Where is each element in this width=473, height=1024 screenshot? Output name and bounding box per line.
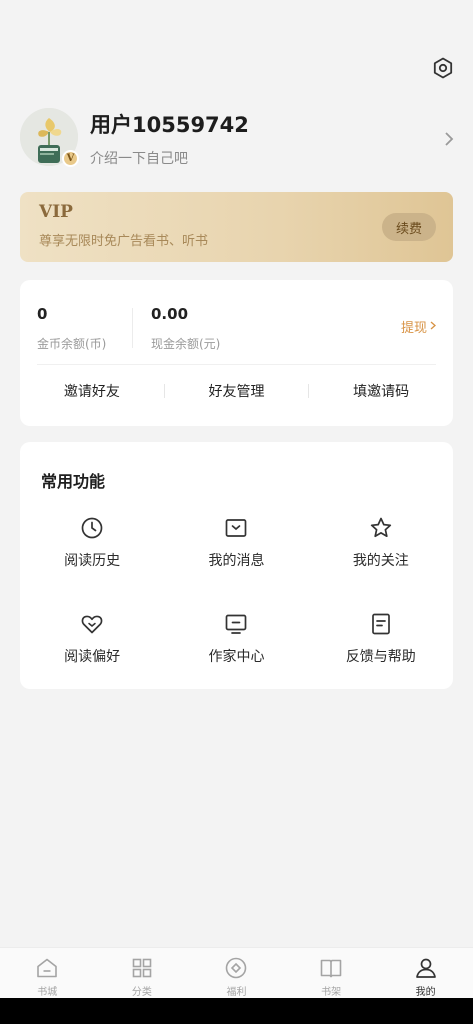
divider <box>132 308 133 348</box>
tab-bookshelf[interactable]: 书架 <box>284 948 379 998</box>
chevron-right-icon <box>444 131 454 151</box>
function-label: 阅读历史 <box>64 553 121 569</box>
vip-card[interactable]: VIP 尊享无限时免广告看书、听书 续费 <box>20 192 453 262</box>
tab-mine[interactable]: 我的 <box>378 948 473 998</box>
settings-button[interactable] <box>430 57 456 83</box>
heart-icon <box>80 612 104 636</box>
renew-button[interactable]: 续费 <box>382 213 436 241</box>
withdraw-link[interactable]: 提现 <box>401 317 436 336</box>
diamond-icon <box>224 956 248 980</box>
cash-balance-label: 现金余额(元) <box>151 337 221 351</box>
section-title: 常用功能 <box>41 472 106 491</box>
tab-label: 分类 <box>131 987 152 998</box>
wallet-actions: 邀请好友 好友管理 填邀请码 <box>20 376 453 406</box>
star-icon <box>369 516 393 540</box>
home-icon <box>35 956 59 980</box>
chevron-right-icon <box>430 319 436 334</box>
coin-balance-value: 0 <box>37 305 48 323</box>
tab-label: 书城 <box>37 987 58 998</box>
system-navigation-bar <box>0 998 473 1024</box>
document-icon <box>369 612 393 636</box>
withdraw-label: 提现 <box>400 321 427 336</box>
bio-text: 介绍一下自己吧 <box>90 151 188 167</box>
message-icon <box>224 516 248 540</box>
settings-icon <box>432 57 454 83</box>
vip-title: VIP <box>39 202 73 222</box>
divider <box>37 364 436 365</box>
tab-label: 福利 <box>226 987 247 998</box>
feedback-help-button[interactable]: 反馈与帮助 <box>309 612 453 708</box>
coin-balance-label: 金币余额(币) <box>37 337 107 351</box>
function-label: 我的关注 <box>352 553 409 569</box>
reading-preference-button[interactable]: 阅读偏好 <box>20 612 164 708</box>
user-icon <box>414 956 438 980</box>
friend-management-button[interactable]: 好友管理 <box>165 376 309 406</box>
avatar[interactable]: V <box>20 108 79 167</box>
function-label: 反馈与帮助 <box>345 649 416 665</box>
enter-invite-code-button[interactable]: 填邀请码 <box>309 376 453 406</box>
invite-friends-button[interactable]: 邀请好友 <box>20 376 164 406</box>
tab-category[interactable]: 分类 <box>95 948 190 998</box>
reading-history-button[interactable]: 阅读历史 <box>20 516 164 612</box>
grid-icon <box>130 956 154 980</box>
vip-subtitle: 尊享无限时免广告看书、听书 <box>39 234 209 249</box>
vip-badge: V <box>62 150 79 167</box>
profile-header[interactable]: V 用户10559742 介绍一下自己吧 <box>20 108 460 172</box>
book-icon <box>319 956 343 980</box>
bottom-tab-bar: 书城 分类 福利 书架 我的 <box>0 947 473 998</box>
my-messages-button[interactable]: 我的消息 <box>164 516 308 612</box>
function-label: 作家中心 <box>208 649 265 665</box>
username: 用户10559742 <box>90 113 249 137</box>
function-label: 阅读偏好 <box>64 649 121 665</box>
cash-balance-value: 0.00 <box>151 305 189 323</box>
monitor-icon <box>224 612 248 636</box>
common-functions-card: 常用功能 阅读历史 我的消息 我的关注 阅读偏好 作家中心 反馈与帮助 <box>20 442 453 689</box>
functions-grid: 阅读历史 我的消息 我的关注 阅读偏好 作家中心 反馈与帮助 <box>20 516 453 708</box>
clock-icon <box>80 516 104 540</box>
tab-label: 我的 <box>415 987 436 998</box>
tab-bookstore[interactable]: 书城 <box>0 948 95 998</box>
function-label: 我的消息 <box>208 553 265 569</box>
tab-label: 书架 <box>321 987 342 998</box>
author-center-button[interactable]: 作家中心 <box>164 612 308 708</box>
wallet-card: 0 金币余额(币) 0.00 现金余额(元) 提现 邀请好友 好友管理 填邀请码 <box>20 280 453 426</box>
tab-welfare[interactable]: 福利 <box>189 948 284 998</box>
my-follows-button[interactable]: 我的关注 <box>309 516 453 612</box>
